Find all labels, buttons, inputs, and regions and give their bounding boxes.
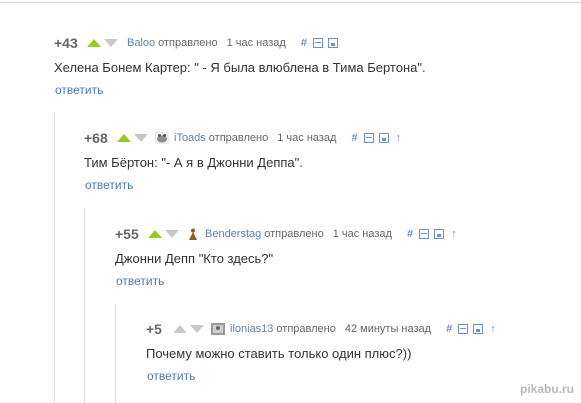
- posted-label: отправлено: [158, 37, 218, 49]
- thread-line: [115, 305, 116, 403]
- collapse-icon[interactable]: [363, 133, 374, 143]
- figure-avatar-icon: [189, 228, 197, 240]
- comment-text: Хелена Бонем Картер: " - Я была влюблена…: [54, 60, 426, 75]
- timestamp-link[interactable]: 1 час назад: [277, 132, 336, 144]
- comment-text: Тим Бёртон: "- А я в Джонни Деппа".: [84, 155, 303, 170]
- permalink-icon[interactable]: #: [301, 37, 307, 49]
- rating: +55: [115, 226, 139, 242]
- author-link[interactable]: Baloo: [127, 37, 155, 49]
- permalink-icon[interactable]: #: [446, 323, 452, 335]
- collapse-icon[interactable]: [458, 324, 469, 334]
- thread-line: [54, 112, 55, 403]
- rating: +68: [84, 130, 108, 146]
- save-icon[interactable]: [434, 229, 445, 239]
- parent-arrow-icon[interactable]: ↑: [490, 323, 496, 335]
- author-link[interactable]: iToads: [174, 132, 206, 144]
- comment-text: Джонни Депп "Кто здесь?": [115, 251, 274, 266]
- posted-label: отправлено: [208, 132, 269, 144]
- downvote-icon[interactable]: [190, 325, 204, 333]
- permalink-icon[interactable]: #: [407, 228, 413, 240]
- comment-meta: +68 iToads отправлено 1 час назад # ↑: [84, 129, 401, 147]
- rating: +5: [146, 321, 162, 337]
- author-link[interactable]: ilonias13: [230, 323, 273, 335]
- toad-avatar-icon: [155, 132, 169, 144]
- save-icon[interactable]: [378, 133, 389, 143]
- reply-link[interactable]: ответить: [85, 178, 133, 192]
- permalink-icon[interactable]: #: [351, 132, 357, 144]
- upvote-icon[interactable]: [87, 39, 101, 47]
- upvote-icon[interactable]: [148, 230, 162, 238]
- collapse-icon[interactable]: [312, 38, 323, 48]
- comment-text: Почему можно ставить только один плюс?)): [146, 346, 412, 361]
- timestamp-link[interactable]: 42 минуты назад: [345, 323, 431, 335]
- rating: +43: [54, 35, 78, 51]
- watermark: pikabu.ru: [519, 382, 574, 396]
- timestamp-link[interactable]: 1 час назад: [333, 228, 392, 240]
- posted-label: отправлено: [276, 323, 336, 335]
- comment-meta: +5 ilonias13 отправлено 42 минуты назад …: [146, 320, 496, 338]
- save-icon[interactable]: [327, 38, 338, 48]
- save-icon[interactable]: [473, 324, 484, 334]
- posted-label: отправлено: [264, 228, 324, 240]
- collapse-icon[interactable]: [419, 229, 430, 239]
- photo-avatar-icon: [211, 323, 225, 335]
- timestamp-link[interactable]: 1 час назад: [227, 37, 286, 49]
- upvote-icon[interactable]: [173, 325, 187, 333]
- downvote-icon[interactable]: [104, 39, 118, 47]
- comment-meta: +43 Baloo отправлено 1 час назад #: [54, 34, 343, 52]
- comment-meta: +55 Benderstag отправлено 1 час назад # …: [115, 225, 457, 243]
- top-divider: [0, 2, 581, 3]
- thread-line: [84, 209, 85, 403]
- reply-link[interactable]: ответить: [147, 369, 195, 383]
- parent-arrow-icon[interactable]: ↑: [451, 228, 457, 240]
- author-link[interactable]: Benderstag: [205, 228, 261, 240]
- upvote-icon[interactable]: [117, 134, 131, 142]
- parent-arrow-icon[interactable]: ↑: [396, 132, 402, 144]
- downvote-icon[interactable]: [165, 230, 179, 238]
- reply-link[interactable]: ответить: [116, 274, 164, 288]
- downvote-icon[interactable]: [134, 134, 148, 142]
- reply-link[interactable]: ответить: [55, 83, 103, 97]
